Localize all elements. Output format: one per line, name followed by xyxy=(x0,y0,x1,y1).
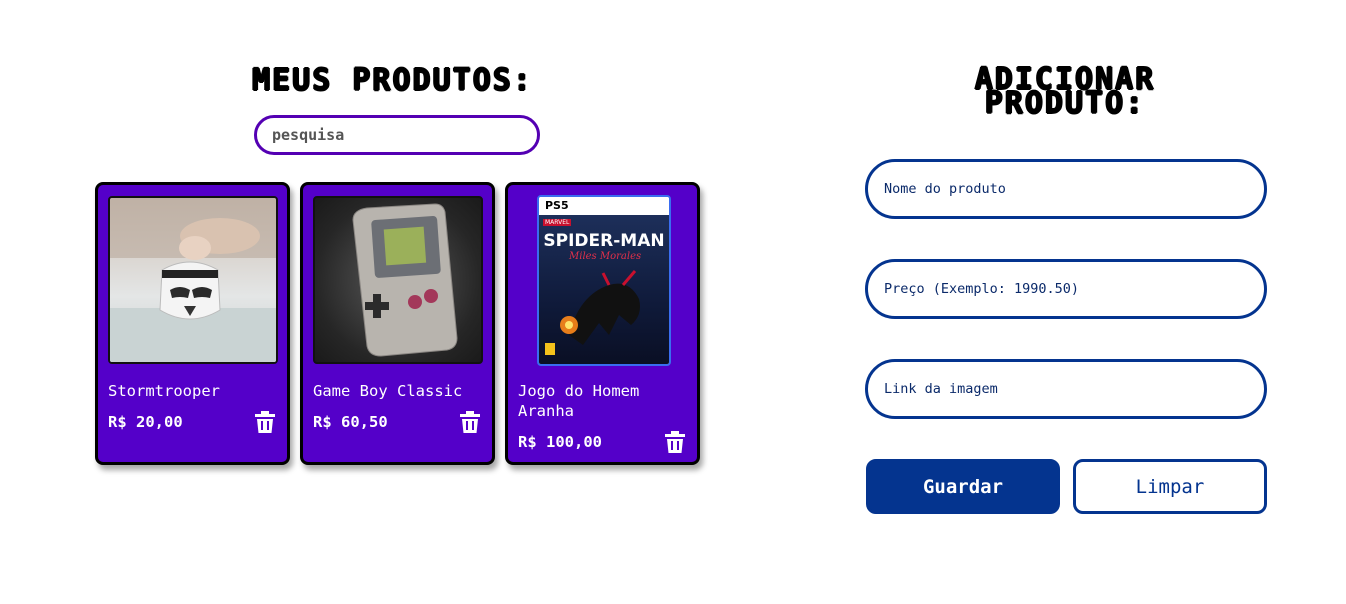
product-card: Game Boy Classic R$ 60,50 xyxy=(300,182,495,465)
product-price: R$ 60,50 xyxy=(313,413,388,431)
product-price: R$ 100,00 xyxy=(518,433,602,451)
product-name-field[interactable] xyxy=(865,159,1267,219)
product-name: Jogo do Homem Aranha xyxy=(518,382,640,420)
cover-art: MARVEL SPIDER-MAN Miles Morales xyxy=(539,215,669,364)
product-image: PS5 MARVEL SPIDER-MAN Miles Morales xyxy=(537,195,671,366)
image-link-field[interactable] xyxy=(865,359,1267,419)
spider-man-figure xyxy=(545,270,640,355)
clear-button[interactable]: Limpar xyxy=(1073,459,1267,514)
product-image xyxy=(108,196,278,364)
add-product-title: ADICIONAR PRODUTO: xyxy=(974,62,1156,121)
product-name: Game Boy Classic xyxy=(313,382,463,400)
ps5-label: PS5 xyxy=(539,197,669,215)
product-price: R$ 20,00 xyxy=(108,413,183,431)
product-price-field[interactable] xyxy=(865,259,1267,319)
product-image xyxy=(313,196,483,364)
product-card: Stormtrooper R$ 20,00 xyxy=(95,182,290,465)
game-boy-photo xyxy=(352,203,458,357)
stormtrooper-mug-photo xyxy=(110,198,276,362)
trash-icon[interactable] xyxy=(665,431,685,453)
product-name: Stormtrooper xyxy=(108,382,220,400)
products-title: MEUS PRODUTOS: xyxy=(252,63,533,98)
product-card: PS5 MARVEL SPIDER-MAN Miles Morales Jogo… xyxy=(505,182,700,465)
trash-icon[interactable] xyxy=(460,411,480,433)
trash-icon[interactable] xyxy=(255,411,275,433)
search-input[interactable] xyxy=(254,115,540,155)
save-button[interactable]: Guardar xyxy=(866,459,1060,514)
